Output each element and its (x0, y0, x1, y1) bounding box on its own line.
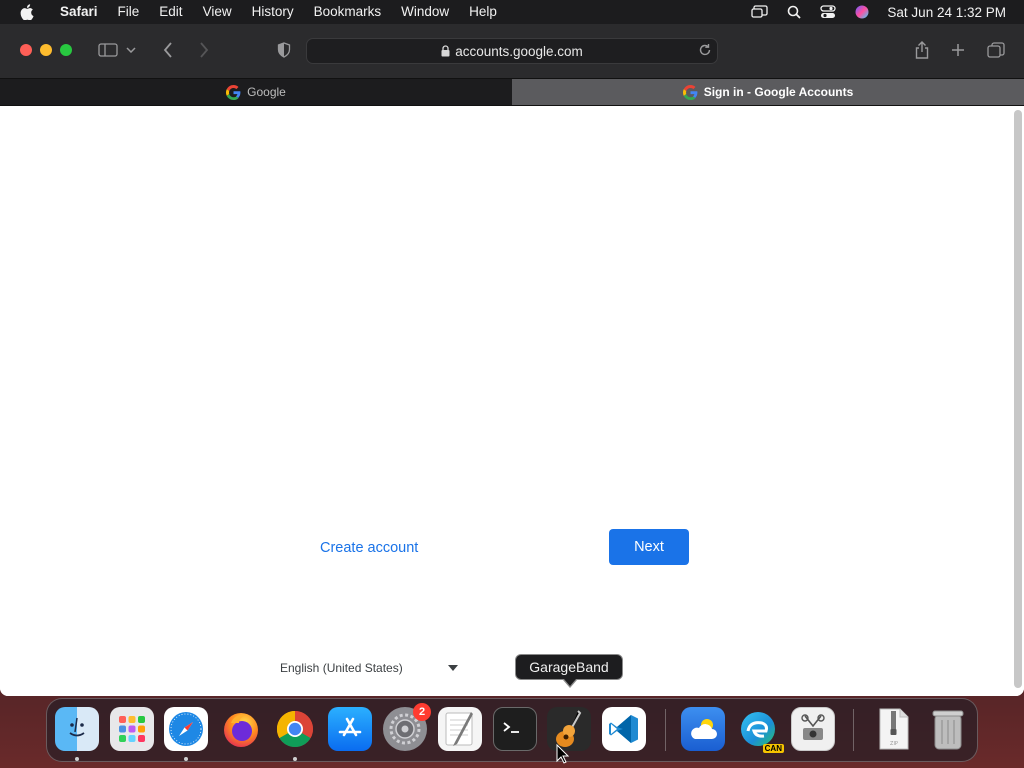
tab-group-chevron-icon[interactable] (124, 38, 138, 62)
dock-separator (665, 709, 666, 751)
canary-tag: CAN (762, 744, 784, 753)
google-favicon-icon (682, 84, 698, 100)
new-tab-icon[interactable] (946, 38, 970, 62)
tab-overview-icon[interactable] (984, 38, 1008, 62)
tab-label: Sign in - Google Accounts (703, 85, 854, 99)
create-account-link[interactable]: Create account (320, 540, 418, 556)
reload-icon[interactable] (698, 43, 712, 60)
language-select[interactable]: English (United States) (280, 658, 462, 678)
launchpad-icon[interactable] (110, 707, 154, 751)
back-button[interactable] (156, 38, 180, 62)
menu-window[interactable]: Window (391, 0, 459, 24)
sidebar-toggle-button[interactable] (96, 38, 120, 62)
edge-canary-icon[interactable]: CAN (736, 707, 784, 753)
tab-google[interactable]: Google (0, 79, 512, 105)
safari-app-icon[interactable] (164, 707, 208, 751)
system-settings-icon[interactable]: 2 (383, 703, 431, 751)
menu-history[interactable]: History (242, 0, 304, 24)
app-store-icon[interactable] (328, 707, 372, 751)
address-bar[interactable]: accounts.google.com (306, 38, 718, 64)
menu-bookmarks[interactable]: Bookmarks (304, 0, 392, 24)
spotlight-search-icon[interactable] (785, 3, 803, 21)
dock-tooltip-tail-inner (564, 679, 576, 686)
close-window-button[interactable] (20, 44, 32, 56)
next-button[interactable]: Next (609, 529, 689, 565)
safari-window: accounts.google.com Google Sign in - Goo… (0, 24, 1024, 696)
vscode-icon[interactable] (602, 707, 646, 751)
dock-separator (853, 709, 854, 751)
control-center-icon[interactable] (819, 3, 837, 21)
dock: 2 CAN ZIP (46, 698, 978, 762)
language-select-value: English (United States) (280, 661, 403, 675)
weather-icon[interactable] (681, 707, 725, 751)
menu-view[interactable]: View (193, 0, 242, 24)
lock-icon (441, 45, 450, 57)
textedit-icon[interactable] (438, 707, 482, 751)
menu-bar: Safari File Edit View History Bookmarks … (0, 0, 1024, 24)
google-favicon-icon (226, 84, 241, 100)
firefox-icon[interactable] (219, 707, 263, 751)
share-icon[interactable] (910, 38, 934, 62)
minimize-window-button[interactable] (40, 44, 52, 56)
running-indicator (293, 757, 297, 761)
siri-icon[interactable] (853, 3, 871, 21)
screenshot-utility-icon[interactable] (791, 707, 835, 751)
page-content: Create account Next English (United Stat… (0, 106, 1024, 696)
chrome-icon[interactable] (273, 707, 317, 751)
trash-icon[interactable] (926, 707, 970, 751)
tab-sign-in[interactable]: Sign in - Google Accounts (512, 79, 1024, 105)
tab-bar: Google Sign in - Google Accounts (0, 78, 1024, 106)
dock-tooltip: GarageBand (515, 654, 623, 680)
menu-help[interactable]: Help (459, 0, 507, 24)
browser-toolbar: accounts.google.com (0, 24, 1024, 78)
menu-file[interactable]: File (108, 0, 150, 24)
running-indicator (75, 757, 79, 761)
privacy-shield-icon[interactable] (272, 38, 296, 62)
screen-mirroring-icon[interactable] (751, 3, 769, 21)
caret-down-icon (448, 665, 458, 671)
archive-file-icon[interactable]: ZIP (872, 707, 916, 751)
mouse-cursor-icon (556, 744, 570, 764)
finder-icon[interactable] (55, 707, 99, 751)
terminal-icon[interactable] (493, 707, 537, 751)
forward-button[interactable] (192, 38, 216, 62)
menu-app-name[interactable]: Safari (50, 0, 108, 24)
tab-label: Google (247, 85, 286, 99)
apple-menu-icon[interactable] (18, 0, 36, 24)
page-scrollbar[interactable] (1014, 110, 1022, 688)
svg-text:ZIP: ZIP (890, 741, 898, 747)
running-indicator (184, 757, 188, 761)
address-url: accounts.google.com (455, 43, 583, 59)
zoom-window-button[interactable] (60, 44, 72, 56)
notification-badge: 2 (413, 703, 431, 721)
menubar-clock[interactable]: Sat Jun 24 1:32 PM (887, 5, 1006, 20)
menu-edit[interactable]: Edit (149, 0, 192, 24)
